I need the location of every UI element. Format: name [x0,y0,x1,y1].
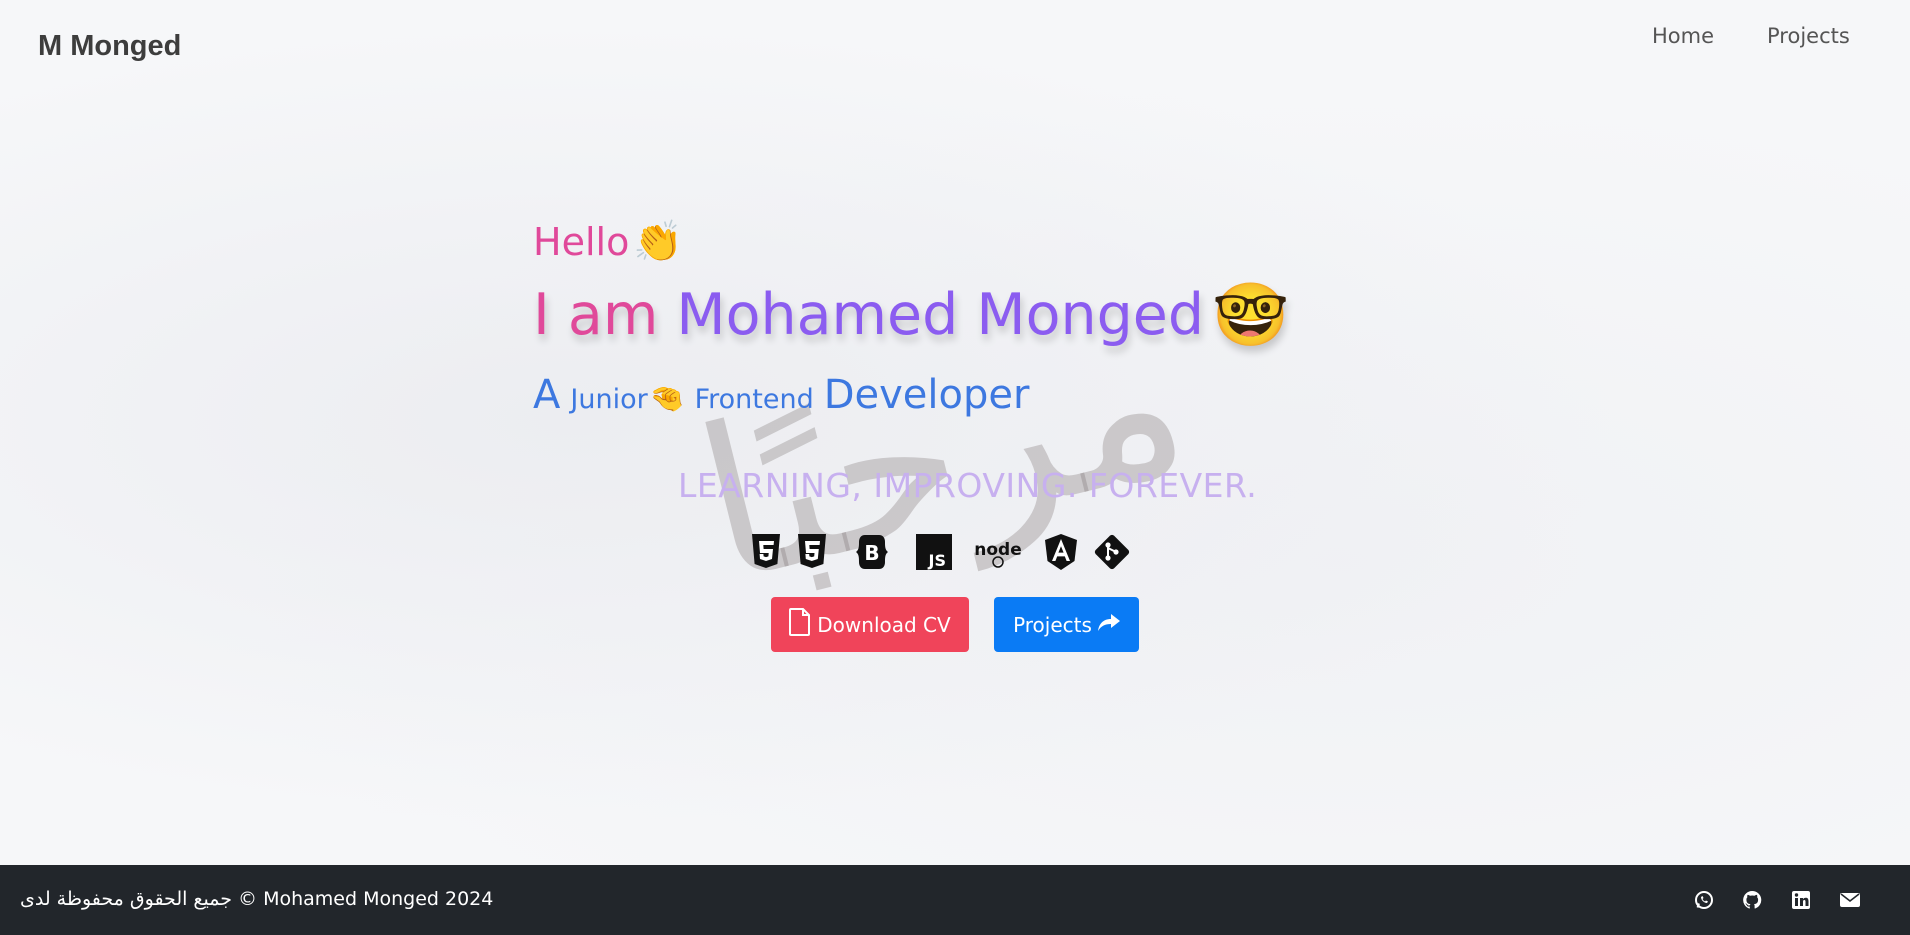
motto: LEARNING, IMPROVING. FOREVER. [678,466,1258,505]
svg-text:B: B [864,541,879,565]
title-name: Mohamed Monged [676,282,1205,348]
greeting-text: Hello [533,219,630,264]
subtitle-a: A [533,372,561,418]
footer: جميع الحقوق محفوظة لدى © Mohamed Monged … [0,865,1910,935]
github-icon[interactable] [1740,888,1764,912]
nodejs-icon: node [964,533,1032,571]
angular-icon [1032,533,1090,571]
copyright-text: جميع الحقوق محفوظة لدى © Mohamed Monged … [20,888,494,910]
nav-link-projects[interactable]: Projects [1767,24,1850,48]
navbar: M Monged Home Projects [0,0,1910,92]
nav-link-home[interactable]: Home [1652,24,1714,48]
projects-button[interactable]: Projects [994,597,1139,652]
tech-icons-row: B JS node [748,533,1134,571]
css3-icon [784,533,839,571]
hero-subtitle: A Junior 🤏 Frontend Developer [533,372,1029,418]
bootstrap-icon: B [839,533,904,571]
download-cv-button[interactable]: Download CV [771,597,969,652]
file-icon [789,608,811,641]
projects-label: Projects [1013,612,1092,637]
download-cv-label: Download CV [817,612,951,637]
svg-text:JS: JS [928,551,946,570]
html5-icon [748,533,784,571]
email-icon[interactable] [1838,888,1862,912]
nerd-face-icon: 🤓 [1212,278,1290,351]
clapping-hands-icon: 👏 [633,219,684,265]
linkedin-icon[interactable] [1789,888,1813,912]
whatsapp-icon[interactable] [1692,888,1716,912]
share-arrow-icon [1097,613,1120,637]
hero-title: I am Mohamed Monged 🤓 [533,278,1289,352]
pinching-hand-icon: 🤏 [649,382,685,415]
hero-greeting: Hello 👏 [533,218,683,265]
subtitle-frontend: Frontend [694,384,814,415]
title-prefix: I am [533,282,659,348]
subtitle-developer: Developer [823,372,1030,418]
brand-logo[interactable]: M Monged [38,30,181,63]
javascript-icon: JS [904,533,964,571]
git-icon [1090,533,1134,571]
subtitle-junior: Junior [570,384,648,415]
